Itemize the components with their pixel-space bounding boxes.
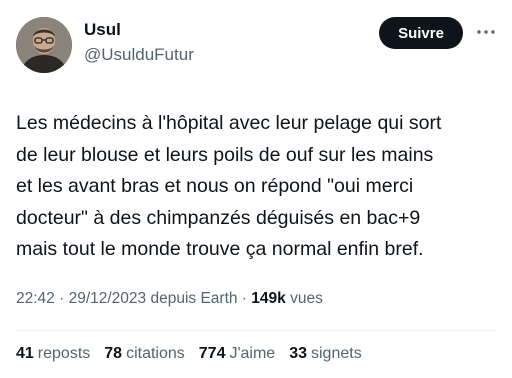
tweet-meta: 22:42 · 29/12/2023 depuis Earth · 149k v… xyxy=(16,290,323,308)
bookmarks-count: 33 xyxy=(289,345,307,362)
meta-separator: · xyxy=(237,290,252,307)
likes-label: J'aime xyxy=(229,345,276,362)
follow-button[interactable]: Suivre xyxy=(379,17,463,49)
likes-count: 774 xyxy=(198,345,226,362)
views-label: vues xyxy=(285,290,323,307)
reposts-label: reposts xyxy=(37,345,91,362)
engagement-stats: 41 reposts 78 citations 774 J'aime 33 signet… xyxy=(16,345,362,363)
reposts-count: 41 xyxy=(16,345,34,362)
citations-label: citations xyxy=(126,345,185,362)
divider xyxy=(16,330,496,331)
citations-stat[interactable]: 78 citations xyxy=(104,345,185,363)
tweet-time[interactable]: 22:42 xyxy=(16,290,55,307)
tweet-text-line: Les médecins à l'hôpital avec leur pelag… xyxy=(16,112,442,134)
more-horizontal-icon[interactable] xyxy=(474,22,498,42)
tweet-text-line: docteur" à des chimpanzés déguisés en ba… xyxy=(16,206,421,229)
bookmarks-stat[interactable]: 33 signets xyxy=(289,345,362,363)
author-display-name[interactable]: Usul xyxy=(84,20,121,40)
author-handle[interactable]: @UsulduFutur xyxy=(84,45,194,65)
tweet-text: Les médecins à l'hôpital avec leur pelag… xyxy=(16,108,506,266)
views-count: 149k xyxy=(251,290,286,307)
avatar-image xyxy=(16,17,72,73)
bookmarks-label: signets xyxy=(311,345,362,362)
avatar[interactable] xyxy=(16,17,72,73)
likes-stat[interactable]: 774 J'aime xyxy=(199,345,275,363)
citations-count: 78 xyxy=(104,345,123,362)
tweet-source: depuis Earth xyxy=(146,290,238,307)
tweet-text-line: et les avant bras et nous on répond "oui… xyxy=(16,175,414,197)
reposts-stat[interactable]: 41 reposts xyxy=(16,345,90,363)
more-dots xyxy=(477,30,495,34)
tweet-date[interactable]: 29/12/2023 xyxy=(69,290,147,307)
meta-separator: · xyxy=(54,290,69,307)
tweet-text-line: mais tout le monde trouve ça normal enfi… xyxy=(16,238,424,260)
tweet-text-line: de leur blouse et leurs poils de ouf sur… xyxy=(16,143,434,166)
